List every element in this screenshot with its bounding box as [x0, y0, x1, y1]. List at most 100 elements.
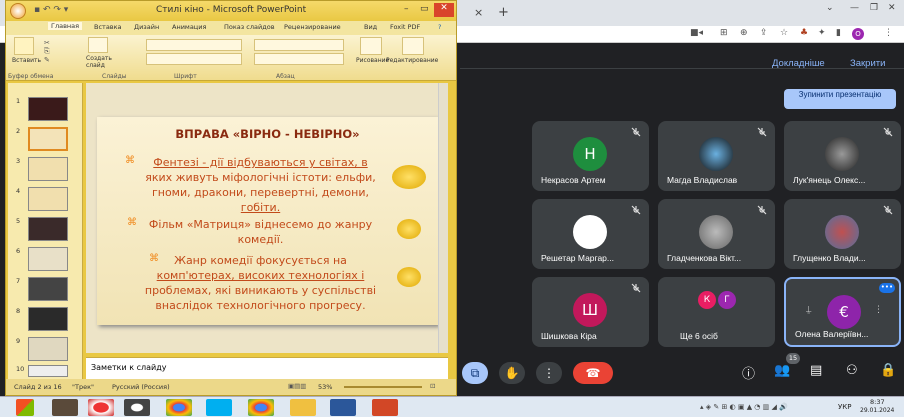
powerpoint-icon[interactable] — [372, 399, 398, 416]
slide-thumbnail[interactable] — [28, 217, 68, 241]
stop-presenting-button[interactable]: Зупинити презентацію — [784, 89, 896, 109]
chrome-icon[interactable] — [166, 399, 192, 416]
slide-thumbnail[interactable] — [28, 247, 68, 271]
profile-avatar[interactable]: О — [852, 28, 864, 40]
folder-icon[interactable] — [290, 399, 316, 416]
participant-tile[interactable]: Ш Шишкова Кіра — [532, 277, 649, 347]
camera-icon[interactable]: ■◂ — [690, 28, 703, 38]
font-name-box[interactable] — [146, 39, 242, 51]
view-buttons-icon[interactable]: ▣▤▥ — [288, 382, 306, 390]
more-participants-tile[interactable]: К Г Ще 6 осіб — [658, 277, 775, 347]
menu-dots-icon[interactable]: ⋮ — [874, 305, 883, 315]
help-icon[interactable]: ? — [438, 23, 441, 31]
more-options-icon[interactable]: ••• — [879, 283, 895, 293]
language-indicator[interactable]: УКР — [838, 403, 851, 411]
slide-thumbnails-pane[interactable]: 1 2 3 4 5 6 7 8 9 10 — [8, 83, 83, 379]
tab-insert[interactable]: Вставка — [94, 23, 122, 31]
host-controls-icon[interactable]: 🔒 — [880, 363, 896, 378]
clipboard-tools-icon[interactable]: ✂ ⎘ ✎ — [44, 39, 50, 64]
start-button[interactable] — [16, 399, 34, 416]
tab-slideshow[interactable]: Показ слайдов — [224, 23, 275, 31]
extension-icon[interactable]: ♣ — [800, 28, 808, 38]
leave-call-button[interactable]: ☎ — [573, 362, 613, 384]
translate-icon[interactable]: ⊞ — [720, 28, 728, 38]
slide-thumbnail[interactable] — [28, 97, 68, 121]
fit-window-icon[interactable]: ⊡ — [430, 382, 435, 390]
paragraph-list-buttons[interactable] — [254, 39, 344, 51]
participant-tile[interactable]: Гладченкова Вікт... — [658, 199, 775, 269]
close-window-icon[interactable]: ✕ — [888, 3, 896, 13]
tab-foxit[interactable]: Foxit PDF — [390, 23, 420, 31]
participant-name: Олена Валеріївн... — [795, 329, 869, 339]
slide-thumbnail[interactable] — [28, 277, 68, 301]
chat-icon[interactable]: ▤ — [810, 363, 822, 378]
minimize-icon[interactable]: – — [404, 4, 409, 14]
more-options-icon[interactable]: ⋮ — [536, 362, 562, 384]
slide-thumbnail-selected[interactable] — [28, 127, 68, 151]
notes-pane[interactable]: Заметки к слайду — [86, 357, 448, 379]
skype-icon[interactable] — [206, 399, 232, 416]
tray-icons[interactable]: ▴ ◈ ✎ ⊞ ◐ ▣ ▲ ◔ ▥ ◢ 🔊 — [700, 403, 788, 411]
maximize-icon[interactable]: ▭ — [420, 4, 429, 14]
vertical-scrollbar[interactable] — [438, 83, 448, 353]
tab-design[interactable]: Дизайн — [134, 23, 159, 31]
menu-dots-icon[interactable]: ⋮ — [884, 28, 893, 38]
zoom-icon[interactable]: ⊕ — [740, 28, 748, 38]
paste-button[interactable]: Вставить — [12, 57, 41, 64]
drawing-icon[interactable] — [360, 37, 382, 55]
participant-tile[interactable]: Магда Владислав — [658, 121, 775, 191]
current-slide[interactable]: ВПРАВА «ВІРНО - НЕВІРНО» ⌘ Фентезі - дії… — [97, 117, 438, 325]
close-button[interactable]: Закрити — [850, 58, 885, 69]
office-button[interactable] — [10, 3, 26, 19]
pin-icon[interactable]: ⍊ — [806, 305, 811, 315]
self-tile[interactable]: ••• € ⍊ ⋮ Олена Валеріївн... — [784, 277, 901, 347]
activities-icon[interactable]: ⚇ — [846, 363, 858, 378]
raise-hand-icon[interactable]: ✋ — [499, 362, 525, 384]
participant-tile[interactable]: Лук'янець Олекс... — [784, 121, 901, 191]
slide-thumbnail[interactable] — [28, 307, 68, 331]
slide-thumbnail[interactable] — [28, 157, 68, 181]
participant-tile[interactable]: Н Некрасов Артем — [532, 121, 649, 191]
new-tab-button[interactable]: + — [498, 5, 509, 20]
slide-thumbnail[interactable] — [28, 337, 68, 361]
chrome-icon[interactable] — [248, 399, 274, 416]
word-icon[interactable] — [330, 399, 356, 416]
slide-thumbnail[interactable] — [28, 365, 68, 377]
maximize-icon[interactable]: ❐ — [870, 3, 878, 13]
taskbar-app-icon[interactable] — [52, 399, 78, 416]
share-icon[interactable]: ⇪ — [760, 28, 768, 38]
tab-review[interactable]: Рецензирование — [284, 23, 341, 31]
clock-time[interactable]: 8:37 — [870, 398, 885, 406]
clock-date[interactable]: 29.01.2024 — [860, 407, 894, 414]
participant-tile[interactable]: Решетар Маргар... — [532, 199, 649, 269]
zoom-slider[interactable] — [344, 386, 422, 388]
details-button[interactable]: Докладніше — [772, 58, 825, 69]
puzzle-icon[interactable]: ✦ — [818, 28, 826, 38]
slide-thumbnail[interactable] — [28, 187, 68, 211]
bookmark-star-icon[interactable]: ☆ — [780, 28, 788, 38]
paste-icon[interactable] — [14, 37, 34, 55]
new-slide-button[interactable]: Создать слайд — [86, 55, 116, 69]
drawing-button[interactable]: Рисование — [356, 57, 389, 64]
sidepanel-icon[interactable]: ▮ — [836, 28, 841, 38]
paragraph-align-buttons[interactable] — [254, 53, 344, 65]
tab-close-icon[interactable]: × — [474, 6, 483, 19]
editing-icon[interactable] — [402, 37, 424, 55]
participant-tile[interactable]: Глущенко Влади... — [784, 199, 901, 269]
new-slide-icon[interactable] — [88, 37, 108, 53]
tab-home[interactable]: Главная — [48, 22, 83, 30]
tab-animation[interactable]: Анимация — [172, 23, 206, 31]
tab-search-icon[interactable]: ⌄ — [826, 3, 834, 13]
present-icon[interactable]: ⧉ — [462, 362, 488, 384]
opera-icon[interactable] — [88, 399, 114, 416]
tab-view[interactable]: Вид — [364, 23, 377, 31]
zoom-level[interactable]: 53% — [318, 383, 332, 391]
quick-save-icon[interactable]: ▪ ↶ ↷ ▾ — [34, 5, 68, 15]
people-icon[interactable]: 👥 — [774, 363, 790, 378]
taskbar-app-icon[interactable] — [124, 399, 150, 416]
font-format-buttons[interactable] — [146, 53, 242, 65]
close-icon[interactable]: ✕ — [434, 3, 454, 17]
minimize-icon[interactable]: — — [850, 3, 859, 13]
info-icon[interactable]: ⓘ — [742, 363, 755, 382]
editing-button[interactable]: Редактирование — [386, 57, 438, 64]
